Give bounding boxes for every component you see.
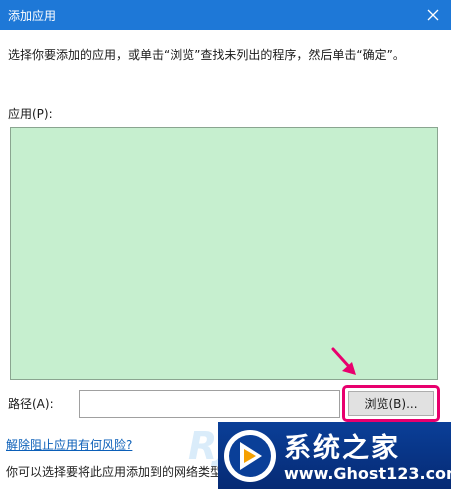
instruction-text: 选择你要添加的应用，或单击“浏览”查找未列出的程序，然后单击“确定”。 bbox=[8, 48, 405, 62]
ghost-logo-icon bbox=[224, 430, 276, 482]
close-button[interactable] bbox=[415, 0, 451, 30]
browse-button[interactable]: 浏览(B)... bbox=[348, 391, 434, 416]
watermark-url: www.Ghost123.com bbox=[284, 464, 451, 483]
unblock-risk-link[interactable]: 解除阻止应用有何风险? bbox=[6, 436, 132, 453]
window-title: 添加应用 bbox=[8, 9, 57, 23]
close-icon bbox=[427, 9, 439, 21]
watermark-banner: 系统之家 www.Ghost123.com bbox=[218, 422, 451, 489]
title-bar: 添加应用 bbox=[0, 0, 451, 30]
network-type-text: 你可以选择要将此应用添加到的网络类型 bbox=[6, 465, 223, 479]
watermark-title: 系统之家 bbox=[284, 433, 400, 464]
apps-list[interactable] bbox=[10, 127, 438, 380]
path-label: 路径(A): bbox=[8, 397, 54, 411]
apps-label: 应用(P): bbox=[8, 107, 53, 121]
path-input[interactable] bbox=[79, 390, 340, 418]
pointer-arrow-icon bbox=[331, 347, 356, 375]
